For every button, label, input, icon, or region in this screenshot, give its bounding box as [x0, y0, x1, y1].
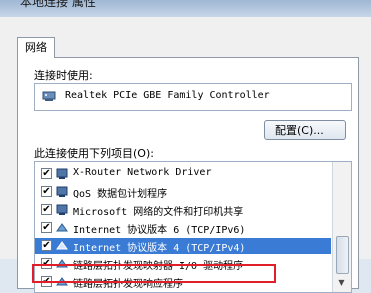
- tab-label: 网络: [25, 41, 47, 54]
- dialog-body: 网络 连接时使用: Realtek PCIe GBE Family Contro…: [0, 17, 371, 293]
- checkbox[interactable]: ✔: [41, 240, 52, 251]
- item-label: Internet 协议版本 4 (TCP/IPv4): [73, 243, 246, 254]
- items-label: 此连接使用下列项目(O):: [34, 147, 154, 160]
- checkbox[interactable]: ✔: [41, 186, 52, 197]
- list-item[interactable]: ✔ Internet 协议版本 4 (TCP/IPv4): [35, 238, 331, 254]
- list-item[interactable]: ✔ Internet 协议版本 6 (TCP/IPv6): [35, 220, 331, 236]
- network-adapter-icon: [42, 91, 56, 101]
- item-label: Microsoft 网络的文件和打印机共享: [73, 207, 244, 218]
- network-client-icon: [56, 186, 68, 197]
- adapter-field: Realtek PCIe GBE Family Controller: [34, 83, 352, 111]
- tab-network[interactable]: 网络: [17, 37, 55, 58]
- network-client-icon: [56, 168, 68, 179]
- protocol-icon: [56, 223, 68, 232]
- scroll-down-arrow-icon[interactable]: ▼: [336, 278, 347, 288]
- list-item[interactable]: ✔ QoS 数据包计划程序: [35, 184, 331, 200]
- protocol-icon: [56, 241, 68, 250]
- checkbox[interactable]: ✔: [41, 204, 52, 215]
- title-bar: 本地连接 属性: [0, 0, 371, 17]
- scroll-thumb[interactable]: [336, 236, 349, 274]
- window-title: 本地连接 属性: [20, 0, 96, 9]
- checkbox[interactable]: ✔: [41, 222, 52, 233]
- connect-using-label: 连接时使用:: [34, 69, 93, 82]
- highlight-box: [32, 264, 276, 283]
- checkbox[interactable]: ✔: [41, 168, 52, 179]
- list-item[interactable]: ✔ Microsoft 网络的文件和打印机共享: [35, 202, 331, 218]
- network-client-icon: [56, 204, 68, 215]
- network-tab-panel: 连接时使用: Realtek PCIe GBE Family Controlle…: [17, 57, 359, 293]
- configure-button[interactable]: 配置(C)...: [264, 120, 346, 140]
- list-item[interactable]: ✔ X-Router Network Driver: [35, 166, 331, 182]
- scrollbar[interactable]: ▼: [332, 162, 351, 292]
- item-label: QoS 数据包计划程序: [73, 189, 168, 200]
- adapter-name: Realtek PCIe GBE Family Controller: [65, 90, 270, 101]
- item-label: X-Router Network Driver: [73, 167, 212, 178]
- item-label: Internet 协议版本 6 (TCP/IPv6): [73, 225, 246, 236]
